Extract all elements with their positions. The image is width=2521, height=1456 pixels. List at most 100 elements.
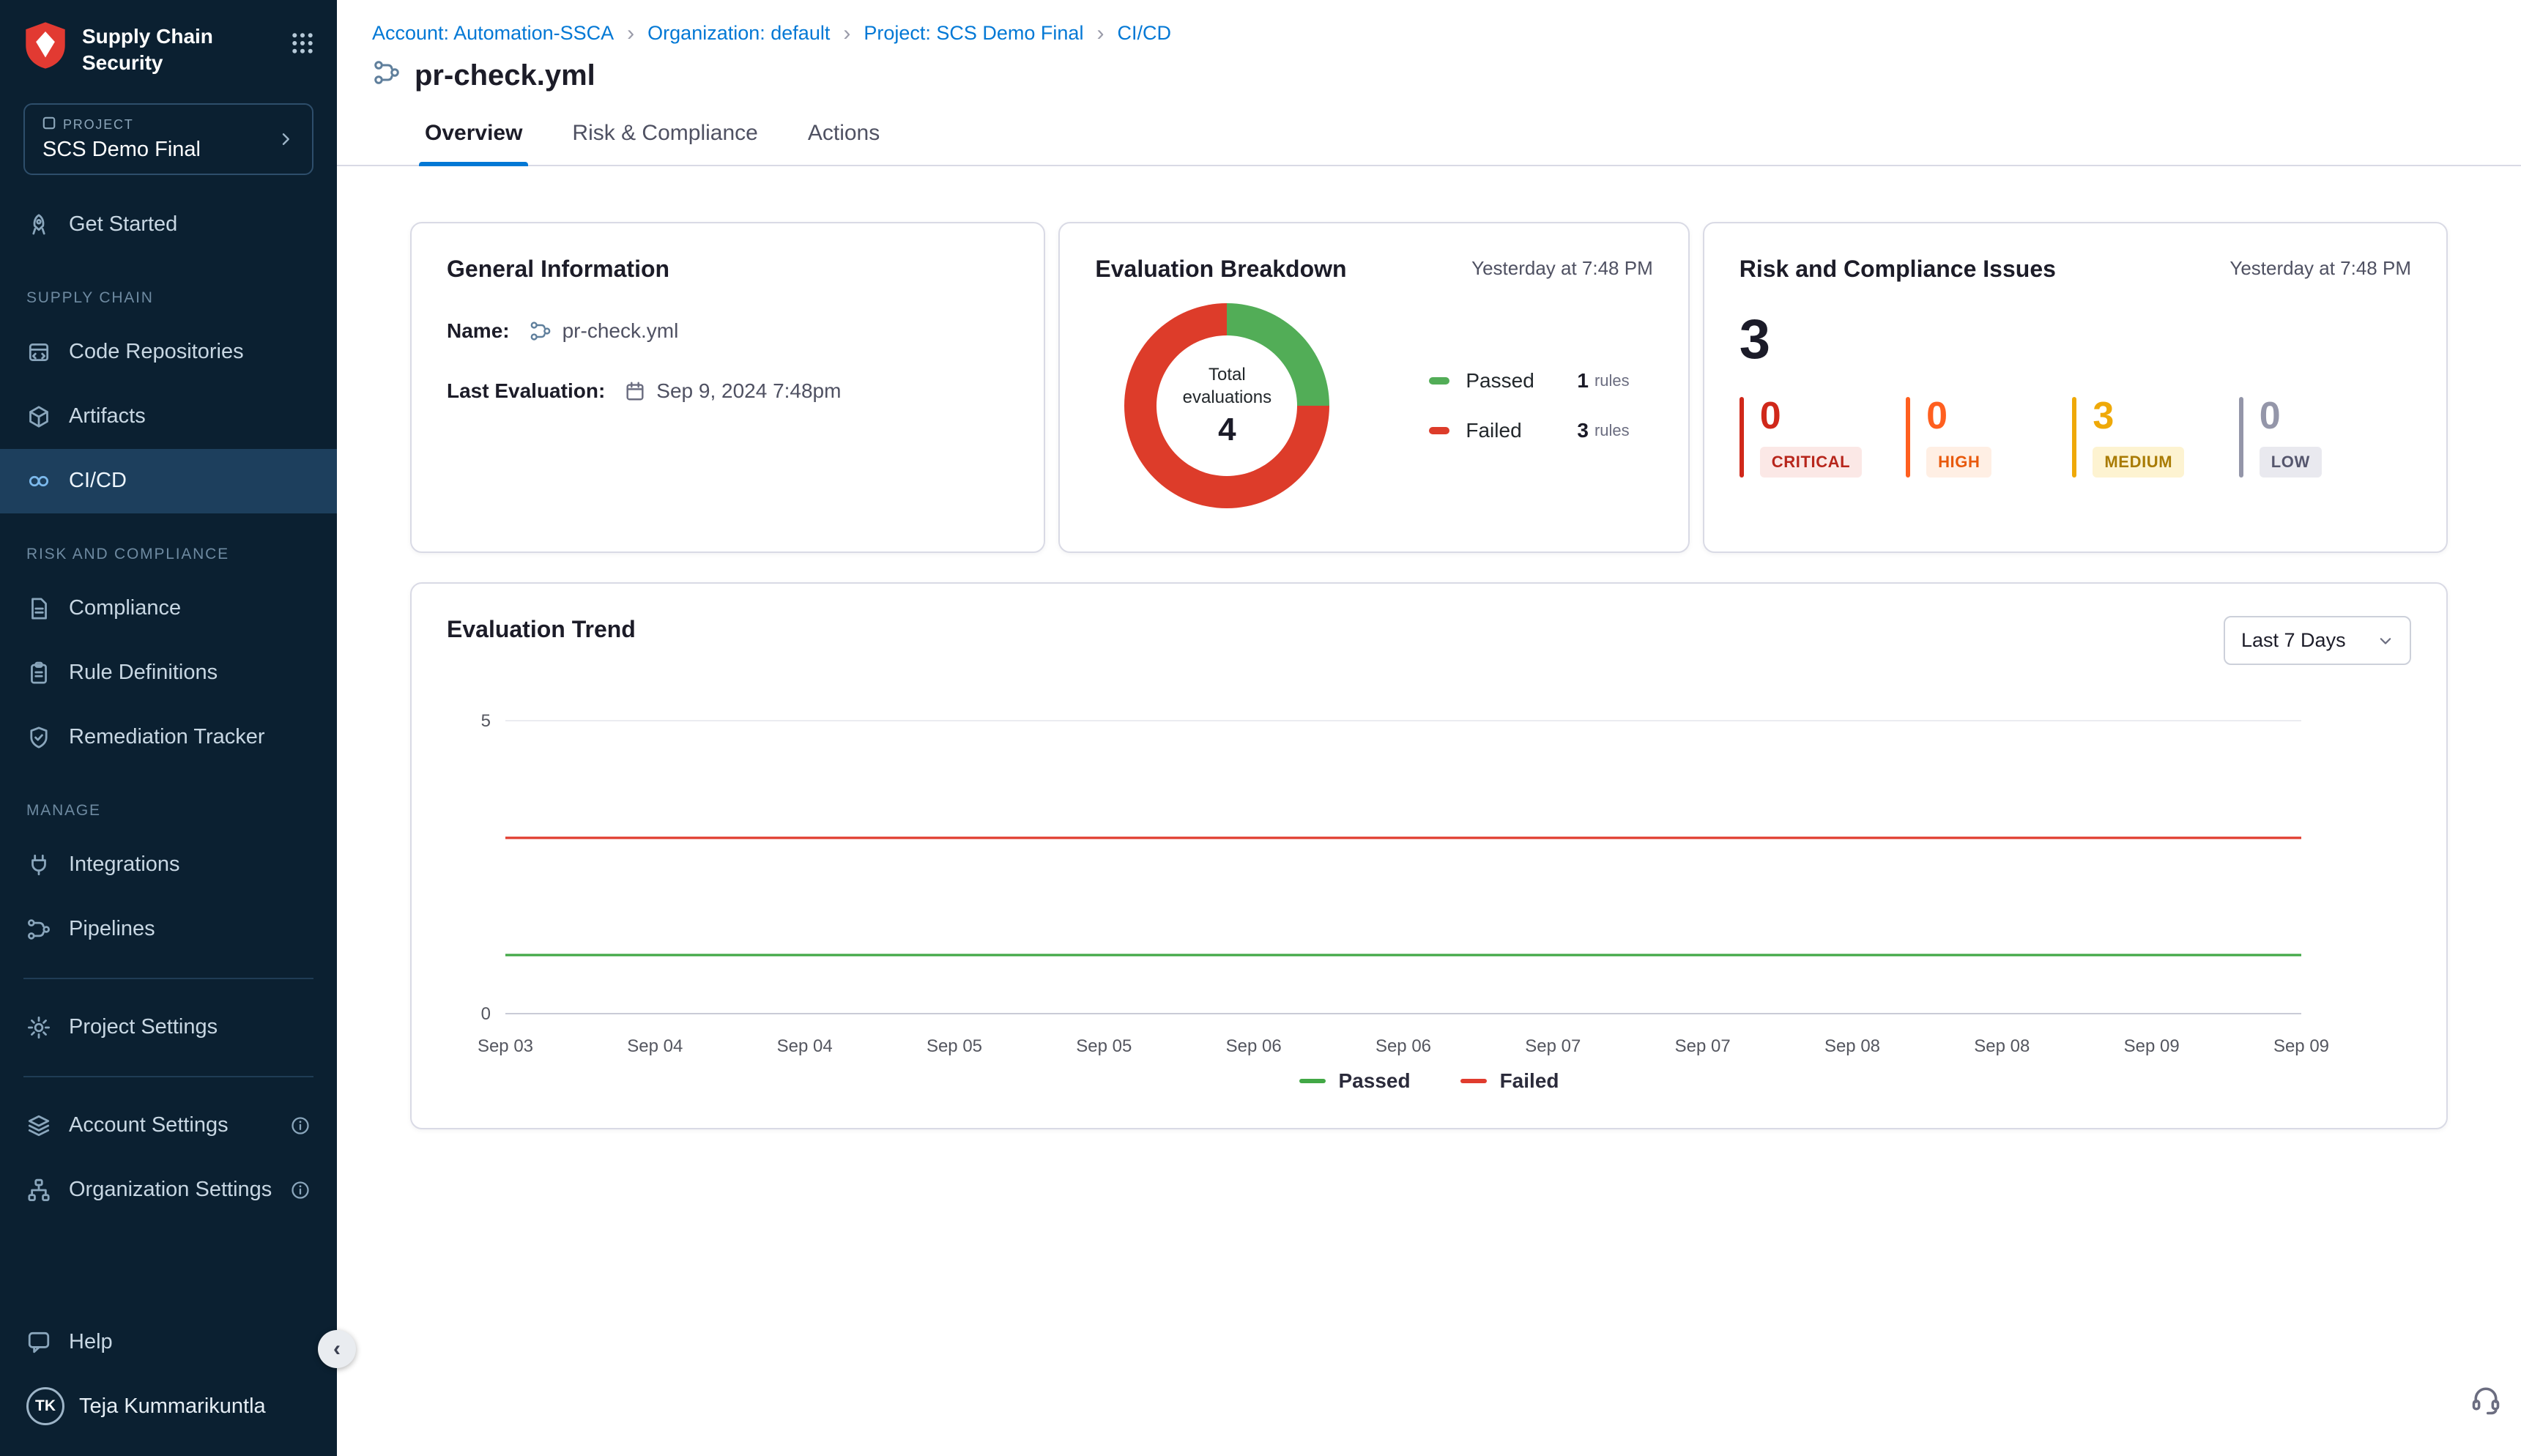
- avatar: TK: [26, 1387, 64, 1425]
- tab-overview[interactable]: Overview: [419, 112, 528, 165]
- chevron-separator-icon: ›: [627, 23, 634, 45]
- chevron-right-icon: [277, 130, 294, 148]
- sidebar-item-account-settings[interactable]: Account Settings: [0, 1093, 337, 1158]
- nav-label: Pipelines: [69, 917, 155, 941]
- sidebar-item-remediation-tracker[interactable]: Remediation Tracker: [0, 705, 337, 770]
- brand-title: Supply Chain Security: [82, 21, 213, 77]
- page-title: pr-check.yml: [415, 59, 595, 92]
- gear-icon: [26, 1015, 51, 1040]
- nav-label: Rule Definitions: [69, 661, 218, 685]
- apps-grid-icon[interactable]: [292, 21, 313, 60]
- svg-text:Sep 06: Sep 06: [1226, 1036, 1282, 1056]
- cicd-icon: [26, 469, 51, 494]
- pipelines-icon: [26, 917, 51, 942]
- sidebar-item-artifacts[interactable]: Artifacts: [0, 385, 337, 449]
- stat-medium: 3 MEDIUM: [2072, 397, 2244, 478]
- sidebar: Supply Chain Security PROJECT SCS Demo F…: [0, 0, 337, 1456]
- pipeline-file-icon: [529, 319, 552, 343]
- user-menu[interactable]: TK Teja Kummarikuntla: [0, 1374, 337, 1438]
- nav-label: Artifacts: [69, 404, 146, 428]
- failed-legend-label: Failed: [1500, 1069, 1559, 1093]
- info-icon[interactable]: [290, 1115, 311, 1136]
- sidebar-item-help[interactable]: Help: [0, 1310, 337, 1374]
- passed-label: Passed: [1466, 369, 1577, 393]
- critical-bar: [1740, 397, 1744, 478]
- passed-legend-label: Passed: [1339, 1069, 1411, 1093]
- legend-failed: Failed 3 rules: [1429, 419, 1629, 442]
- legend-failed: Failed: [1460, 1069, 1559, 1093]
- breadcrumb-organization[interactable]: Organization: default: [647, 22, 830, 45]
- topbar: Account: Automation-SSCA › Organization:…: [337, 0, 2521, 93]
- headset-icon[interactable]: [2470, 1383, 2502, 1421]
- sidebar-item-code-repositories[interactable]: Code Repositories: [0, 320, 337, 385]
- svg-text:Sep 04: Sep 04: [777, 1036, 833, 1056]
- project-label: PROJECT: [42, 116, 201, 133]
- project-name: SCS Demo Final: [42, 138, 201, 162]
- time-range-select[interactable]: Last 7 Days: [2224, 616, 2411, 665]
- low-badge: LOW: [2260, 447, 2322, 478]
- rocket-icon: [26, 212, 51, 237]
- breadcrumb-cicd[interactable]: CI/CD: [1117, 22, 1171, 45]
- sidebar-item-project-settings[interactable]: Project Settings: [0, 995, 337, 1060]
- donut-total: 4: [1218, 412, 1236, 448]
- calendar-icon: [624, 380, 646, 402]
- project-selector[interactable]: PROJECT SCS Demo Final: [23, 103, 313, 175]
- sidebar-item-rule-definitions[interactable]: Rule Definitions: [0, 641, 337, 705]
- svg-text:Sep 08: Sep 08: [1824, 1036, 1880, 1056]
- name-value: pr-check.yml: [563, 319, 679, 343]
- medium-bar: [2072, 397, 2076, 478]
- last-evaluation-row: Last Evaluation: Sep 9, 2024 7:48pm: [447, 379, 1009, 403]
- page-title-row: pr-check.yml: [372, 58, 2486, 93]
- sidebar-item-pipelines[interactable]: Pipelines: [0, 897, 337, 962]
- donut-center-label: Total evaluations: [1165, 363, 1288, 409]
- svg-text:Sep 07: Sep 07: [1525, 1036, 1581, 1056]
- sidebar-collapse-button[interactable]: ‹: [318, 1330, 356, 1368]
- nav-label: Integrations: [69, 853, 180, 877]
- sidebar-nav: Get Started SUPPLY CHAIN Code Repositori…: [0, 193, 337, 1222]
- compliance-icon: [26, 596, 51, 621]
- svg-text:Sep 08: Sep 08: [1974, 1036, 2030, 1056]
- high-bar: [1906, 397, 1910, 478]
- project-icon: [42, 116, 56, 133]
- evaluation-trend-card: Evaluation Trend Last 7 Days 05Sep 03Sep…: [410, 582, 2448, 1129]
- nav-label: Account Settings: [69, 1113, 229, 1137]
- failed-line-marker: [1460, 1079, 1487, 1083]
- svg-text:Sep 07: Sep 07: [1675, 1036, 1731, 1056]
- sidebar-item-organization-settings[interactable]: Organization Settings: [0, 1158, 337, 1222]
- risk-total-count: 3: [1740, 312, 2411, 368]
- card-timestamp: Yesterday at 7:48 PM: [2229, 256, 2411, 280]
- failed-count: 3: [1577, 419, 1589, 442]
- breadcrumb: Account: Automation-SSCA › Organization:…: [372, 22, 2486, 45]
- general-information-card: General Information Name: pr-check.yml L…: [410, 222, 1045, 553]
- content-area: General Information Name: pr-check.yml L…: [337, 166, 2521, 1456]
- tab-risk-compliance[interactable]: Risk & Compliance: [566, 112, 763, 165]
- tab-bar: Overview Risk & Compliance Actions: [337, 112, 2521, 166]
- rule-definitions-icon: [26, 661, 51, 686]
- supply-chain-security-logo-icon: [23, 21, 67, 76]
- sidebar-divider: [23, 978, 313, 979]
- failed-marker: [1429, 427, 1449, 434]
- sidebar-item-compliance[interactable]: Compliance: [0, 576, 337, 641]
- trend-chart: 05Sep 03Sep 04Sep 04Sep 05Sep 05Sep 06Se…: [447, 697, 2395, 1066]
- legend-passed: Passed 1 rules: [1429, 369, 1629, 393]
- sidebar-item-cicd[interactable]: CI/CD: [0, 449, 337, 513]
- stat-low: 0 LOW: [2239, 397, 2411, 478]
- tab-actions[interactable]: Actions: [802, 112, 885, 165]
- last-evaluation-label: Last Evaluation:: [447, 379, 605, 403]
- sidebar-item-get-started[interactable]: Get Started: [0, 193, 337, 257]
- breadcrumb-account[interactable]: Account: Automation-SSCA: [372, 22, 614, 45]
- sidebar-divider: [23, 1076, 313, 1077]
- svg-text:Sep 06: Sep 06: [1375, 1036, 1431, 1056]
- evaluation-breakdown-card: Evaluation Breakdown Yesterday at 7:48 P…: [1058, 222, 1689, 553]
- info-icon[interactable]: [290, 1180, 311, 1200]
- nav-label: Get Started: [69, 212, 177, 237]
- card-timestamp: Yesterday at 7:48 PM: [1471, 256, 1653, 280]
- evaluation-donut: Total evaluations 4: [1124, 303, 1329, 508]
- nav-label: CI/CD: [69, 469, 127, 493]
- sidebar-item-integrations[interactable]: Integrations: [0, 833, 337, 897]
- last-evaluation-value: Sep 9, 2024 7:48pm: [656, 379, 841, 403]
- section-supply-chain-label: SUPPLY CHAIN: [0, 257, 337, 320]
- breadcrumb-project[interactable]: Project: SCS Demo Final: [864, 22, 1083, 45]
- organization-settings-icon: [26, 1178, 51, 1203]
- passed-line-marker: [1299, 1079, 1326, 1083]
